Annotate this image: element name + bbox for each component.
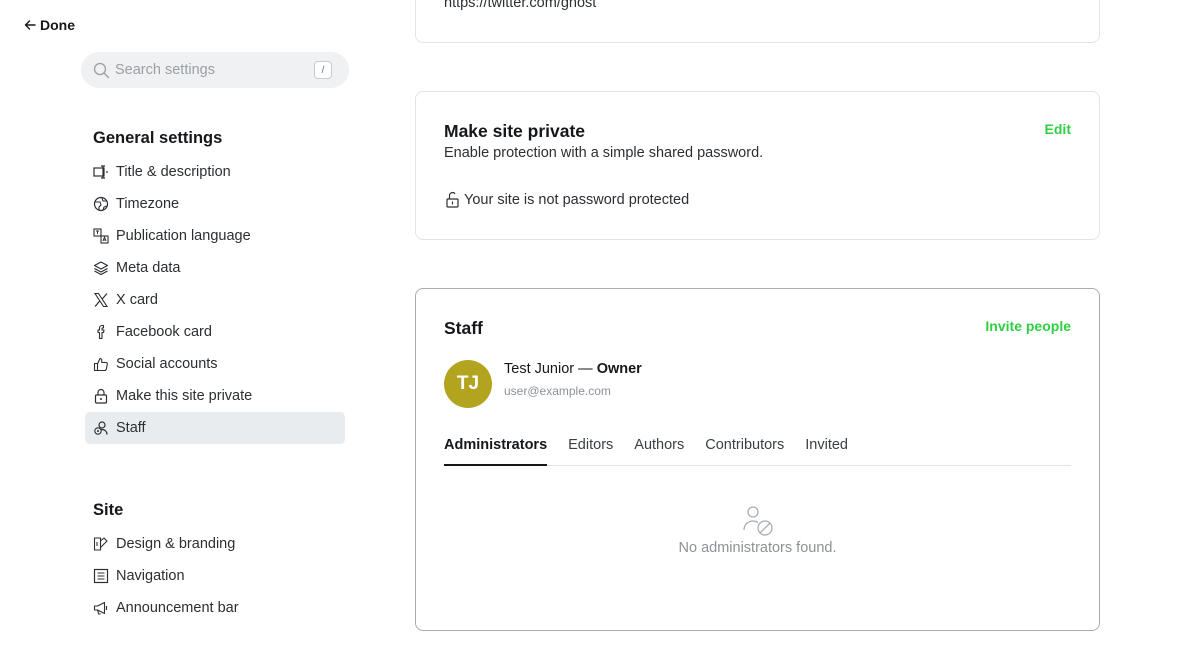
sidebar-item-label: Title & description: [116, 164, 231, 180]
thumbs-up-icon: [93, 357, 108, 372]
make-site-private-card: Make site private Edit Enable protection…: [415, 91, 1100, 240]
done-button[interactable]: Done: [24, 17, 75, 33]
invite-people-button[interactable]: Invite people: [985, 318, 1071, 334]
globe-icon: [93, 196, 109, 212]
tab-editors[interactable]: Editors: [568, 436, 613, 466]
sidebar-item-label: Navigation: [116, 568, 185, 584]
sidebar-item-meta-data[interactable]: Meta data: [85, 252, 345, 284]
sidebar-item-make-site-private[interactable]: Make this site private: [85, 380, 345, 412]
sidebar-item-announcement-bar[interactable]: Announcement bar: [85, 592, 345, 624]
search-bar[interactable]: /: [81, 52, 349, 88]
sidebar-item-label: Staff: [116, 420, 146, 436]
twitter-url: https://twitter.com/ghost: [444, 0, 597, 11]
sidebar-item-design-branding[interactable]: Design & branding: [85, 528, 345, 560]
empty-message: No administrators found.: [678, 540, 837, 556]
search-input[interactable]: [115, 62, 305, 78]
owner-name: Test Junior: [504, 361, 575, 377]
sidebar-item-label: Social accounts: [116, 356, 218, 372]
sidebar-item-label: X card: [116, 292, 158, 308]
megaphone-icon: [93, 601, 108, 615]
sidebar-item-social-accounts[interactable]: Social accounts: [85, 348, 345, 380]
sidebar-item-navigation[interactable]: Navigation: [85, 560, 345, 592]
staff-icon: [94, 421, 108, 435]
tab-administrators[interactable]: Administrators: [444, 436, 548, 466]
owner-role: Owner: [596, 361, 642, 377]
title-description-icon: [93, 165, 108, 179]
search-shortcut-key: /: [314, 61, 332, 79]
sidebar-item-label: Make this site private: [116, 388, 253, 404]
sidebar-item-label: Publication language: [116, 228, 251, 244]
sidebar-item-facebook-card[interactable]: Facebook card: [85, 316, 345, 348]
password-status: Your site is not password protected: [444, 191, 689, 208]
staff-card: Staff Invite people TJ Test Junior — Own…: [415, 288, 1100, 631]
general-settings-heading: General settings: [93, 129, 223, 147]
card-description: Enable protection with a simple shared p…: [444, 145, 764, 161]
site-heading: Site: [93, 501, 124, 519]
empty-state: No administrators found.: [444, 504, 1071, 556]
sidebar-item-staff[interactable]: Staff: [85, 412, 345, 444]
sidebar-item-timezone[interactable]: Timezone: [85, 188, 345, 220]
x-logo-icon: [93, 292, 109, 308]
translate-icon: [93, 228, 109, 244]
navigation-icon: [93, 568, 109, 584]
sidebar-item-label: Meta data: [116, 260, 181, 276]
done-label: Done: [40, 17, 75, 33]
unlock-icon: [446, 191, 459, 208]
lock-icon: [94, 388, 108, 404]
sidebar-item-label: Facebook card: [116, 324, 212, 340]
owner-name-line: Test Junior — Owner: [504, 361, 642, 377]
avatar: TJ: [444, 360, 492, 408]
tab-contributors[interactable]: Contributors: [705, 436, 784, 466]
sidebar-item-title-description[interactable]: Title & description: [85, 156, 345, 188]
sidebar-item-x-card[interactable]: X card: [85, 284, 345, 316]
tab-invited[interactable]: Invited: [805, 436, 848, 466]
sidebar-item-label: Design & branding: [116, 536, 236, 552]
tab-authors[interactable]: Authors: [634, 436, 684, 466]
layers-icon: [93, 261, 109, 276]
paintbrush-icon: [93, 537, 108, 551]
owner-email: user@example.com: [504, 384, 611, 398]
staff-tabs: Administrators Editors Authors Contribut…: [444, 436, 1071, 466]
search-icon: [93, 62, 110, 78]
edit-button[interactable]: Edit: [1045, 121, 1071, 137]
no-users-icon: [742, 506, 773, 536]
sidebar-item-label: Announcement bar: [116, 600, 239, 616]
card-title: Make site private: [444, 121, 586, 141]
arrow-left-icon: [24, 20, 36, 30]
sidebar-item-publication-language[interactable]: Publication language: [85, 220, 345, 252]
card-title: Staff: [444, 318, 483, 338]
sidebar-item-label: Timezone: [116, 196, 180, 212]
owner-separator: —: [574, 361, 597, 377]
password-status-text: Your site is not password protected: [464, 191, 690, 208]
facebook-icon: [97, 324, 105, 340]
